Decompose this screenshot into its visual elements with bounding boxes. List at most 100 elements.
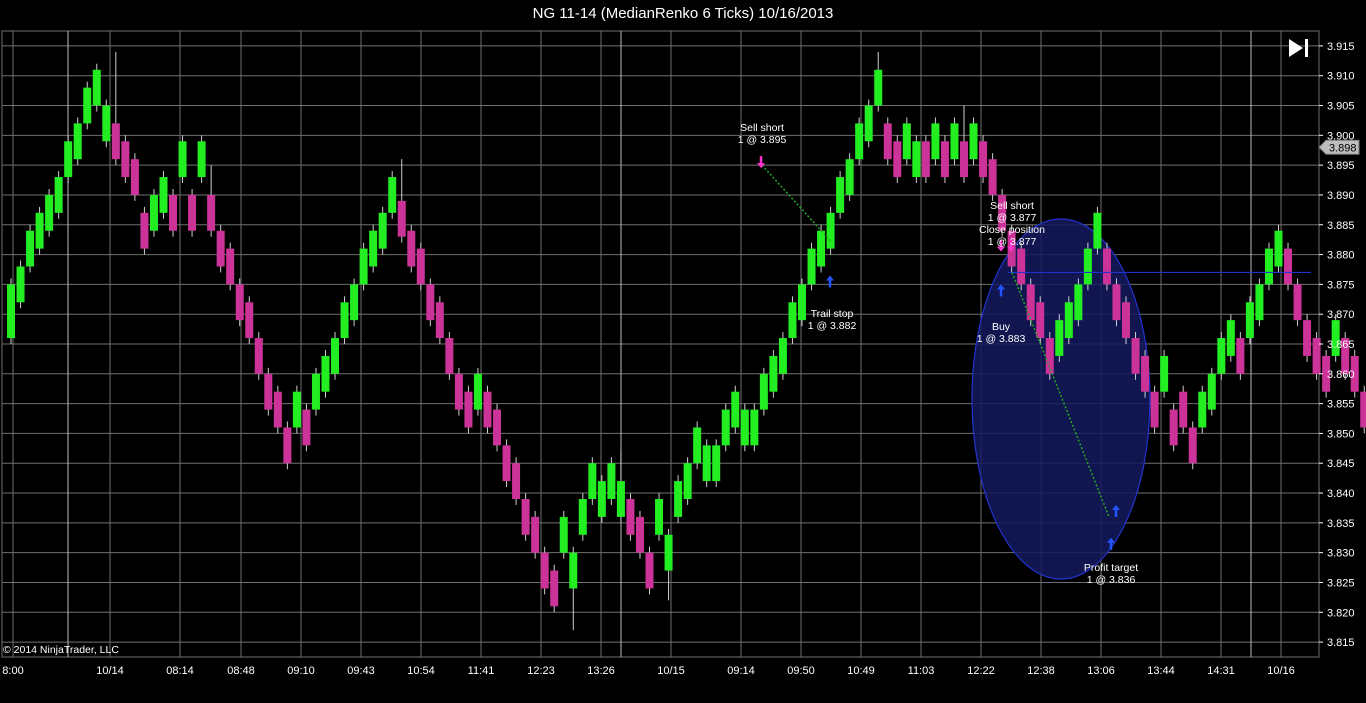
time-tick-label: 09:10 bbox=[287, 665, 315, 677]
time-tick-label: 12:22 bbox=[967, 665, 995, 677]
up-bar bbox=[292, 391, 301, 428]
down-bar bbox=[397, 200, 406, 237]
sell-short-arrow bbox=[757, 156, 765, 169]
up-bar bbox=[197, 141, 206, 178]
down-bar bbox=[283, 427, 292, 464]
up-bar bbox=[311, 373, 320, 410]
up-bar bbox=[712, 445, 721, 482]
up-bar bbox=[1064, 302, 1073, 339]
trade-annotation-label: Buy bbox=[992, 321, 1011, 333]
time-axis: 8:00 10/14 08:14 08:48 09:10 09:43 10:54 11:41 1… bbox=[2, 665, 1294, 677]
up-bar bbox=[731, 391, 740, 428]
up-bar bbox=[331, 338, 340, 374]
down-bar bbox=[1169, 409, 1178, 446]
trade-annotation-detail: 1 @ 3.882 bbox=[808, 320, 857, 332]
price-tick-label: 3.870 bbox=[1327, 309, 1355, 321]
up-bar bbox=[559, 516, 568, 553]
time-tick-label: 13:06 bbox=[1087, 665, 1115, 677]
down-bar bbox=[111, 123, 120, 160]
price-tick-label: 3.865 bbox=[1327, 339, 1355, 351]
down-bar bbox=[483, 391, 492, 428]
up-bar bbox=[950, 123, 959, 160]
down-bar bbox=[226, 248, 235, 285]
down-bar bbox=[464, 391, 473, 428]
up-bar bbox=[378, 212, 387, 249]
down-bar bbox=[435, 302, 444, 339]
up-bar bbox=[1160, 355, 1169, 392]
up-bar bbox=[664, 534, 673, 571]
down-bar bbox=[264, 373, 273, 410]
down-bar bbox=[445, 338, 454, 374]
time-tick-label: 08:14 bbox=[166, 665, 194, 677]
up-bar bbox=[902, 123, 911, 160]
up-bar bbox=[1198, 391, 1207, 428]
down-bar bbox=[893, 141, 902, 178]
up-bar bbox=[1093, 212, 1102, 249]
down-bar bbox=[454, 373, 463, 410]
up-bar bbox=[26, 230, 35, 267]
down-bar bbox=[493, 409, 502, 446]
time-tick-label: 10/14 bbox=[96, 665, 124, 677]
price-chart[interactable]: Sell short1 @ 3.895Trail stop1 @ 3.882Se… bbox=[0, 0, 1366, 703]
down-bar bbox=[550, 570, 559, 607]
price-tick-label: 3.850 bbox=[1327, 428, 1355, 440]
price-axis: 3.9153.9103.9053.9003.8953.8903.8853.880… bbox=[1318, 41, 1360, 649]
up-bar bbox=[769, 355, 778, 392]
up-bar bbox=[788, 302, 797, 339]
up-bar bbox=[845, 159, 854, 195]
up-bar bbox=[683, 463, 692, 500]
down-bar bbox=[940, 141, 949, 178]
up-bar bbox=[931, 123, 940, 160]
up-bar bbox=[102, 105, 111, 142]
up-bar bbox=[778, 338, 787, 374]
time-tick-label: 12:38 bbox=[1027, 665, 1055, 677]
up-bar bbox=[149, 194, 158, 231]
down-bar bbox=[273, 391, 282, 428]
time-tick-label: 11:41 bbox=[468, 665, 495, 677]
down-bar bbox=[521, 499, 530, 535]
up-bar bbox=[807, 248, 816, 285]
time-tick-label: 13:44 bbox=[1147, 665, 1175, 677]
down-bar bbox=[1293, 284, 1302, 321]
price-tick-label: 3.895 bbox=[1327, 160, 1355, 172]
down-bar bbox=[169, 194, 178, 231]
time-tick-label: 10:49 bbox=[847, 665, 875, 677]
down-bar bbox=[988, 159, 997, 195]
up-bar bbox=[92, 69, 101, 106]
trade-annotation-label: Sell short bbox=[740, 122, 784, 134]
down-bar bbox=[979, 141, 988, 178]
up-bar bbox=[969, 123, 978, 160]
down-bar bbox=[1102, 248, 1111, 285]
trade-annotation-detail: 1 @ 3.895 bbox=[738, 134, 787, 146]
time-tick-label: 10:54 bbox=[407, 665, 435, 677]
trade-annotation-detail: 1 @ 3.877 bbox=[988, 236, 1037, 248]
up-bar bbox=[73, 123, 82, 160]
down-bar bbox=[407, 230, 416, 267]
arrow-head bbox=[826, 275, 834, 281]
up-bar bbox=[16, 266, 25, 303]
down-bar bbox=[1131, 338, 1140, 374]
trade-annotation-label: Profit target bbox=[1084, 562, 1138, 574]
up-bar bbox=[1217, 338, 1226, 374]
up-bar bbox=[340, 302, 349, 339]
price-tick-label: 3.820 bbox=[1327, 607, 1355, 619]
up-bar bbox=[864, 105, 873, 142]
skip-to-end-icon[interactable] bbox=[1285, 36, 1313, 60]
up-bar bbox=[321, 355, 330, 392]
up-bar bbox=[750, 409, 759, 446]
up-bar bbox=[54, 177, 63, 213]
down-bar bbox=[254, 338, 263, 374]
down-bar bbox=[1284, 248, 1293, 285]
down-bar bbox=[883, 123, 892, 160]
trade-annotation-detail: 1 @ 3.836 bbox=[1087, 574, 1136, 586]
down-bar bbox=[188, 194, 197, 231]
up-bar bbox=[912, 141, 921, 178]
down-bar bbox=[216, 230, 225, 267]
down-bar bbox=[121, 141, 130, 178]
time-tick-label: 08:48 bbox=[227, 665, 255, 677]
up-bar bbox=[45, 194, 54, 231]
time-tick-label: 10/16 bbox=[1267, 665, 1295, 677]
trade-connector-line bbox=[761, 164, 833, 244]
time-tick-label: 11:03 bbox=[908, 665, 935, 677]
trade-annotation-label: Sell short bbox=[990, 200, 1034, 212]
